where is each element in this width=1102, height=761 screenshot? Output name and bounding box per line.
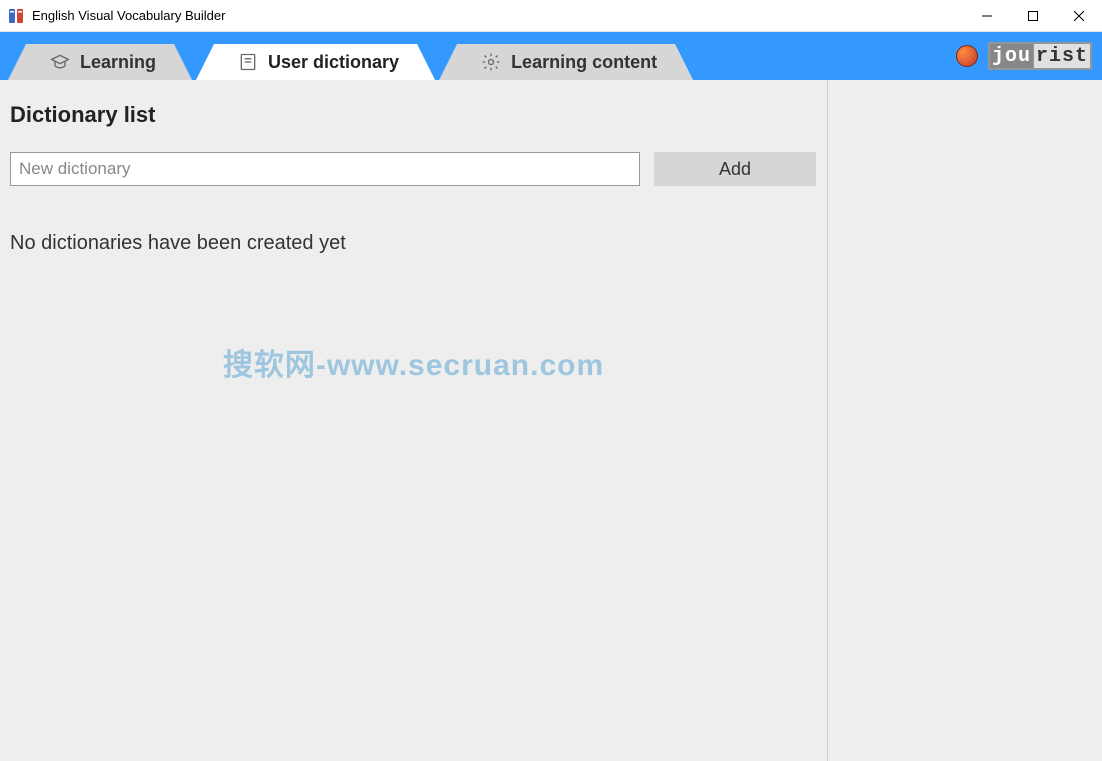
tab-learning-content[interactable]: Learning content xyxy=(439,44,693,80)
close-button[interactable] xyxy=(1056,0,1102,31)
tab-user-dictionary[interactable]: User dictionary xyxy=(196,44,435,80)
empty-state-message: No dictionaries have been created yet xyxy=(10,232,817,255)
window-title: English Visual Vocabulary Builder xyxy=(32,8,225,23)
jourist-logo: jourist xyxy=(988,42,1092,70)
tab-learning[interactable]: Learning xyxy=(8,44,192,80)
logo-part-1: jou xyxy=(990,44,1033,68)
logo-part-2: rist xyxy=(1034,44,1090,68)
content-area: Dictionary list Add No dictionaries have… xyxy=(0,80,1102,761)
new-dictionary-row: Add xyxy=(10,152,817,186)
app-icon xyxy=(8,8,24,24)
main-column: Dictionary list Add No dictionaries have… xyxy=(0,80,828,761)
titlebar: English Visual Vocabulary Builder xyxy=(0,0,1102,32)
add-button[interactable]: Add xyxy=(654,152,816,186)
tab-strip: Learning User dictionary Learning conten… xyxy=(0,32,1102,80)
minimize-button[interactable] xyxy=(964,0,1010,31)
watermark-text: 搜软网-www.secruan.com xyxy=(223,340,604,384)
dictionary-icon xyxy=(238,52,258,72)
maximize-button[interactable] xyxy=(1010,0,1056,31)
tab-strip-right: jourist xyxy=(946,32,1102,80)
gear-icon xyxy=(481,52,501,72)
new-dictionary-input[interactable] xyxy=(10,152,640,186)
language-globe-icon[interactable] xyxy=(956,45,978,67)
window-controls xyxy=(964,0,1102,31)
graduation-cap-icon xyxy=(50,52,70,72)
side-column xyxy=(828,80,1102,761)
tab-label: User dictionary xyxy=(268,52,399,73)
page-title: Dictionary list xyxy=(10,102,817,128)
tab-label: Learning xyxy=(80,52,156,73)
tab-label: Learning content xyxy=(511,52,657,73)
